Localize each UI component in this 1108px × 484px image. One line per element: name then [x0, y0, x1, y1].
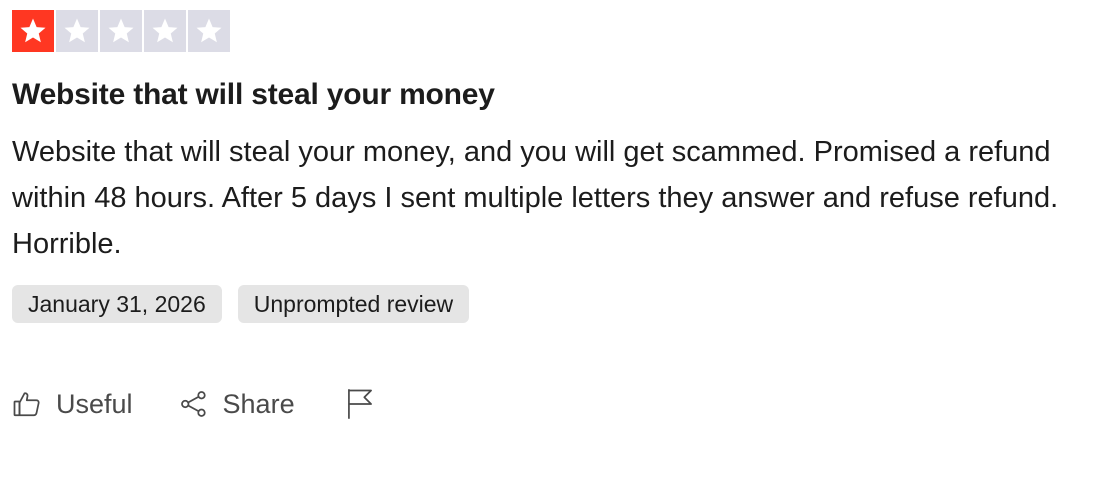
star-1	[12, 10, 54, 52]
useful-button[interactable]: Useful	[12, 389, 133, 420]
share-label: Share	[222, 388, 295, 419]
review-tags: January 31, 2026 Unprompted review	[12, 285, 1092, 323]
share-icon	[179, 389, 209, 419]
review-body: Website that will steal your money, and …	[12, 136, 1059, 260]
flag-icon	[345, 388, 375, 420]
date-badge: January 31, 2026	[12, 285, 222, 323]
star-icon	[108, 18, 134, 43]
unprompted-review-badge[interactable]: Unprompted review	[237, 285, 470, 323]
review-actions: Useful Share	[12, 385, 1092, 423]
star-icon	[196, 18, 222, 43]
star-4	[144, 10, 186, 52]
thumbs-up-icon	[12, 389, 42, 419]
review-title: Website that will steal your money	[12, 78, 495, 111]
star-3	[100, 10, 142, 52]
star-rating	[12, 10, 1092, 52]
flag-button[interactable]	[345, 388, 389, 420]
star-5	[188, 10, 230, 52]
star-icon	[152, 18, 178, 43]
useful-label: Useful	[56, 388, 133, 419]
review-card: Website that will steal your money Websi…	[12, 10, 1092, 423]
star-icon	[64, 18, 90, 43]
star-2	[56, 10, 98, 52]
share-button[interactable]: Share	[179, 389, 295, 420]
star-icon	[20, 18, 46, 43]
